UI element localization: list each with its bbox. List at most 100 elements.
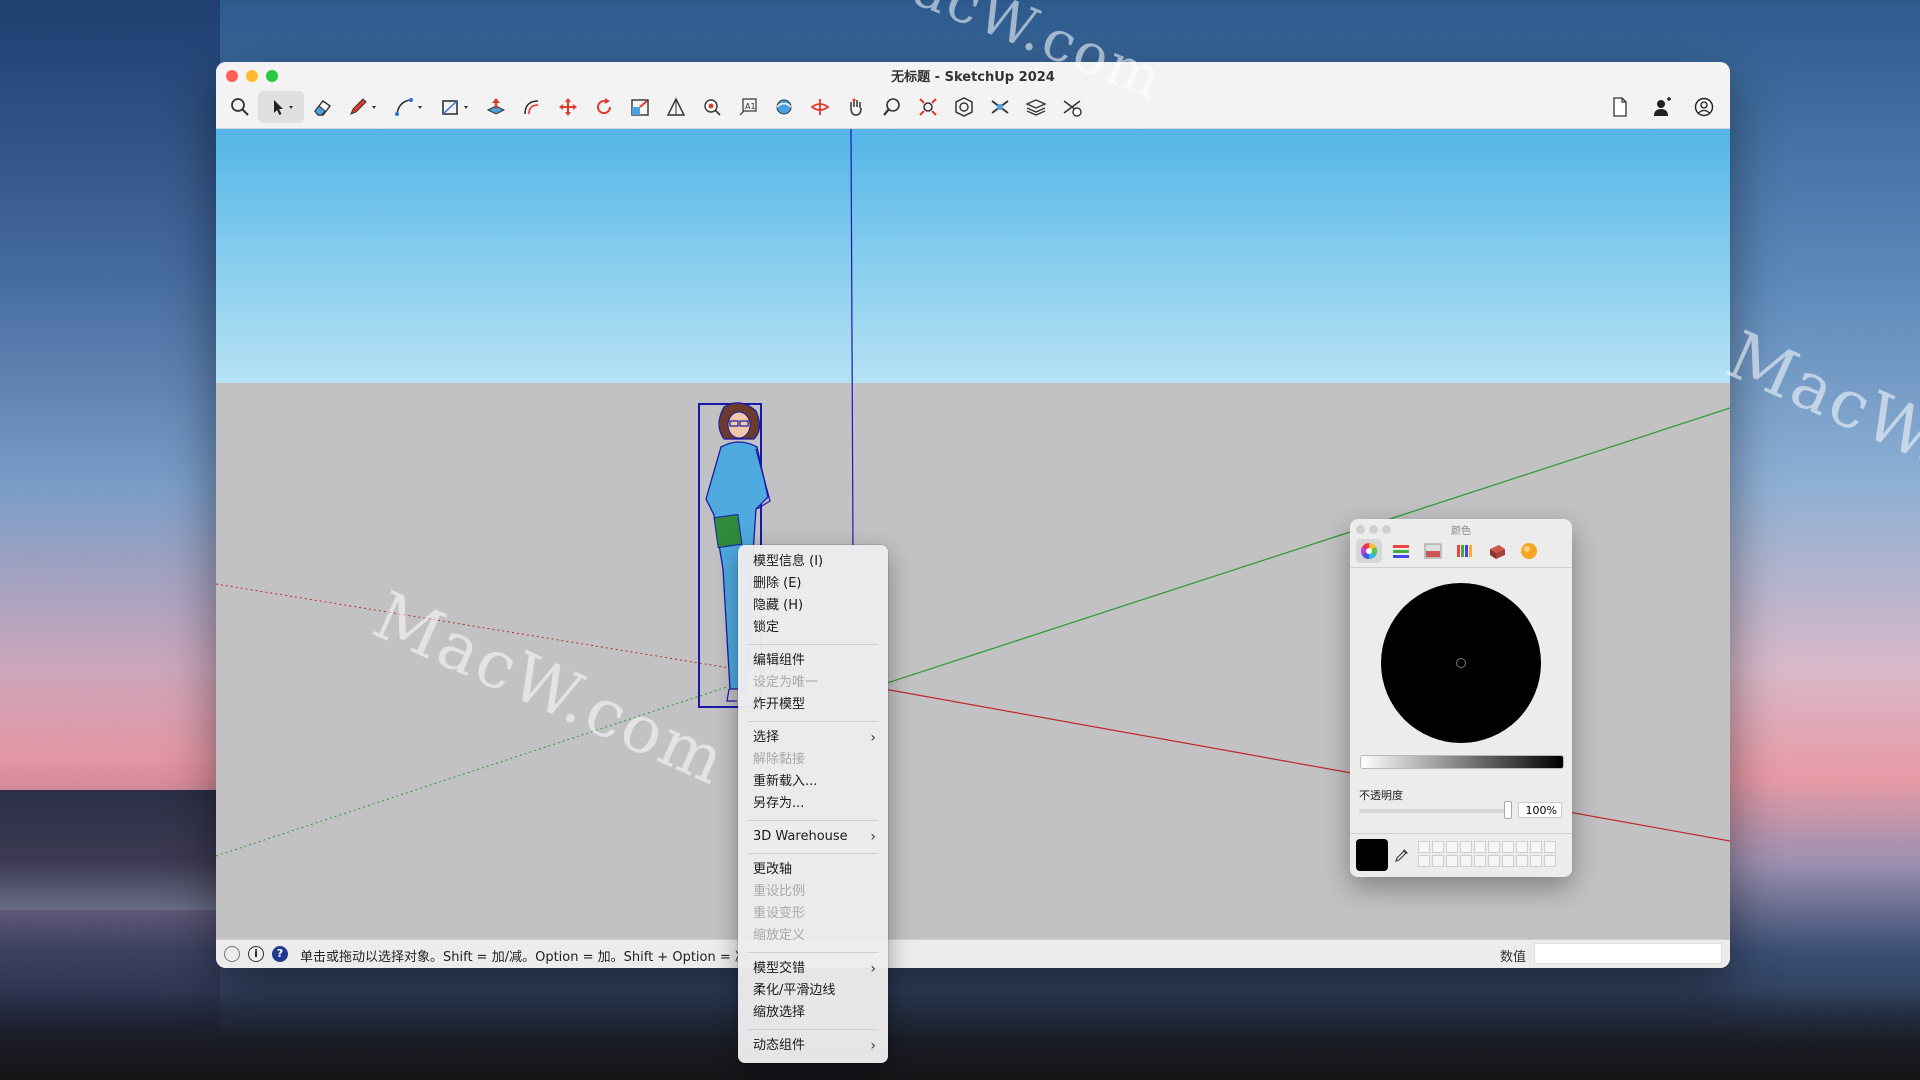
settings-icon[interactable] bbox=[1054, 91, 1090, 123]
chevron-right-icon: › bbox=[870, 829, 876, 845]
color-sliders-tab-icon[interactable] bbox=[1388, 539, 1414, 563]
context-menu-item[interactable]: 动态组件 › bbox=[738, 1035, 888, 1057]
main-toolbar: A1 bbox=[222, 90, 1090, 124]
geo-location-icon[interactable] bbox=[224, 946, 240, 962]
orbit-icon[interactable] bbox=[766, 91, 802, 123]
empty-swatch[interactable] bbox=[1418, 841, 1430, 853]
push-pull-icon[interactable] bbox=[478, 91, 514, 123]
opacity-value-field[interactable]: 100% bbox=[1518, 802, 1562, 818]
panel-divider bbox=[1350, 833, 1572, 834]
context-menu-item[interactable]: 3D Warehouse › bbox=[738, 826, 888, 848]
empty-swatch[interactable] bbox=[1530, 841, 1542, 853]
offset-icon[interactable] bbox=[514, 91, 550, 123]
move-icon[interactable] bbox=[550, 91, 586, 123]
color-palettes-tab-icon[interactable] bbox=[1420, 539, 1446, 563]
menu-separator bbox=[748, 721, 878, 722]
empty-swatch[interactable] bbox=[1516, 841, 1528, 853]
layers-icon[interactable] bbox=[1018, 91, 1054, 123]
rotate-icon[interactable] bbox=[586, 91, 622, 123]
context-menu-item-label: 模型信息 (I) bbox=[753, 554, 824, 569]
context-menu-item[interactable]: 更改轴 bbox=[738, 859, 888, 881]
empty-swatch[interactable] bbox=[1432, 841, 1444, 853]
color-wheel-tab-icon[interactable] bbox=[1356, 539, 1382, 563]
material-brick-tab-icon[interactable] bbox=[1484, 539, 1510, 563]
context-menu-item: 设定为唯一 bbox=[738, 672, 888, 694]
document-icon[interactable] bbox=[1602, 91, 1638, 123]
context-menu-item-label: 重设变形 bbox=[753, 906, 806, 921]
context-menu-item[interactable]: 删除 (E) bbox=[738, 573, 888, 595]
context-menu-item-label: 删除 (E) bbox=[753, 576, 802, 591]
color-picker-crosshair[interactable] bbox=[1456, 658, 1466, 668]
text-icon[interactable]: A1 bbox=[730, 91, 766, 123]
extension-warehouse-icon[interactable] bbox=[982, 91, 1018, 123]
empty-swatch[interactable] bbox=[1544, 841, 1556, 853]
context-menu-item[interactable]: 选择 › bbox=[738, 727, 888, 749]
current-color-swatch[interactable] bbox=[1356, 839, 1388, 871]
account-icon[interactable] bbox=[1686, 91, 1722, 123]
context-menu-item[interactable]: 缩放选择 bbox=[738, 1002, 888, 1024]
image-palettes-tab-icon[interactable] bbox=[1452, 539, 1478, 563]
context-menu-item[interactable]: 模型信息 (I) bbox=[738, 551, 888, 573]
context-menu-item[interactable]: 隐藏 (H) bbox=[738, 595, 888, 617]
panel-divider bbox=[1350, 567, 1572, 568]
green-axis bbox=[883, 407, 1730, 685]
context-menu-item[interactable]: 另存为... bbox=[738, 793, 888, 815]
context-menu-item: 解除黏接 bbox=[738, 749, 888, 771]
chevron-right-icon: › bbox=[870, 1038, 876, 1054]
color-panel-title: 颜色 bbox=[1451, 526, 1471, 537]
pencil-icon[interactable] bbox=[340, 91, 386, 123]
empty-swatch[interactable] bbox=[1446, 841, 1458, 853]
empty-swatch[interactable] bbox=[1474, 855, 1486, 867]
context-menu-item-label: 设定为唯一 bbox=[753, 675, 819, 690]
rectangle-icon[interactable] bbox=[432, 91, 478, 123]
svg-text:A1: A1 bbox=[745, 102, 756, 111]
empty-swatch[interactable] bbox=[1516, 855, 1528, 867]
zoom-icon[interactable] bbox=[874, 91, 910, 123]
paint-bucket-icon[interactable] bbox=[694, 91, 730, 123]
tape-measure-icon[interactable] bbox=[658, 91, 694, 123]
search-icon[interactable] bbox=[222, 91, 258, 123]
context-menu-item[interactable]: 柔化/平滑边线 bbox=[738, 980, 888, 1002]
empty-swatch[interactable] bbox=[1502, 841, 1514, 853]
opacity-slider-knob[interactable] bbox=[1504, 801, 1512, 819]
color-wheel[interactable] bbox=[1381, 583, 1541, 743]
empty-swatch[interactable] bbox=[1488, 841, 1500, 853]
select-icon[interactable] bbox=[258, 91, 304, 123]
context-menu-item[interactable]: 编辑组件 bbox=[738, 650, 888, 672]
context-menu-item-label: 锁定 bbox=[753, 620, 780, 635]
info-icon[interactable]: i bbox=[248, 946, 264, 962]
measurements-label: 数值 bbox=[1500, 950, 1527, 965]
empty-swatch[interactable] bbox=[1460, 841, 1472, 853]
3d-warehouse-icon[interactable] bbox=[946, 91, 982, 123]
empty-swatch[interactable] bbox=[1502, 855, 1514, 867]
context-menu-item-label: 解除黏接 bbox=[753, 752, 806, 767]
empty-swatch[interactable] bbox=[1432, 855, 1444, 867]
arc-icon[interactable] bbox=[386, 91, 432, 123]
eyedropper-icon[interactable] bbox=[1394, 847, 1410, 863]
context-menu-item[interactable]: 炸开模型 bbox=[738, 694, 888, 716]
empty-swatch[interactable] bbox=[1474, 841, 1486, 853]
zoom-extents-icon[interactable] bbox=[910, 91, 946, 123]
pan-icon[interactable] bbox=[838, 91, 874, 123]
context-menu-item-label: 3D Warehouse bbox=[753, 829, 848, 844]
help-icon[interactable]: ? bbox=[272, 946, 288, 962]
measurements-input[interactable] bbox=[1534, 943, 1722, 964]
opacity-slider-track[interactable] bbox=[1359, 809, 1511, 813]
crayons-tab-icon[interactable] bbox=[1516, 539, 1542, 563]
empty-swatch[interactable] bbox=[1530, 855, 1542, 867]
section-icon[interactable] bbox=[802, 91, 838, 123]
empty-swatch[interactable] bbox=[1544, 855, 1556, 867]
brightness-slider[interactable] bbox=[1360, 755, 1564, 769]
empty-swatch[interactable] bbox=[1418, 855, 1430, 867]
empty-swatch[interactable] bbox=[1446, 855, 1458, 867]
empty-swatch[interactable] bbox=[1460, 855, 1472, 867]
context-menu-item[interactable]: 模型交错 › bbox=[738, 958, 888, 980]
scale-icon[interactable] bbox=[622, 91, 658, 123]
context-menu-item-label: 柔化/平滑边线 bbox=[753, 983, 836, 998]
context-menu-item[interactable]: 锁定 bbox=[738, 617, 888, 639]
context-menu-item[interactable]: 重新载入... bbox=[738, 771, 888, 793]
add-user-icon[interactable] bbox=[1644, 91, 1680, 123]
eraser-icon[interactable] bbox=[304, 91, 340, 123]
empty-swatch[interactable] bbox=[1488, 855, 1500, 867]
menu-separator bbox=[748, 952, 878, 953]
